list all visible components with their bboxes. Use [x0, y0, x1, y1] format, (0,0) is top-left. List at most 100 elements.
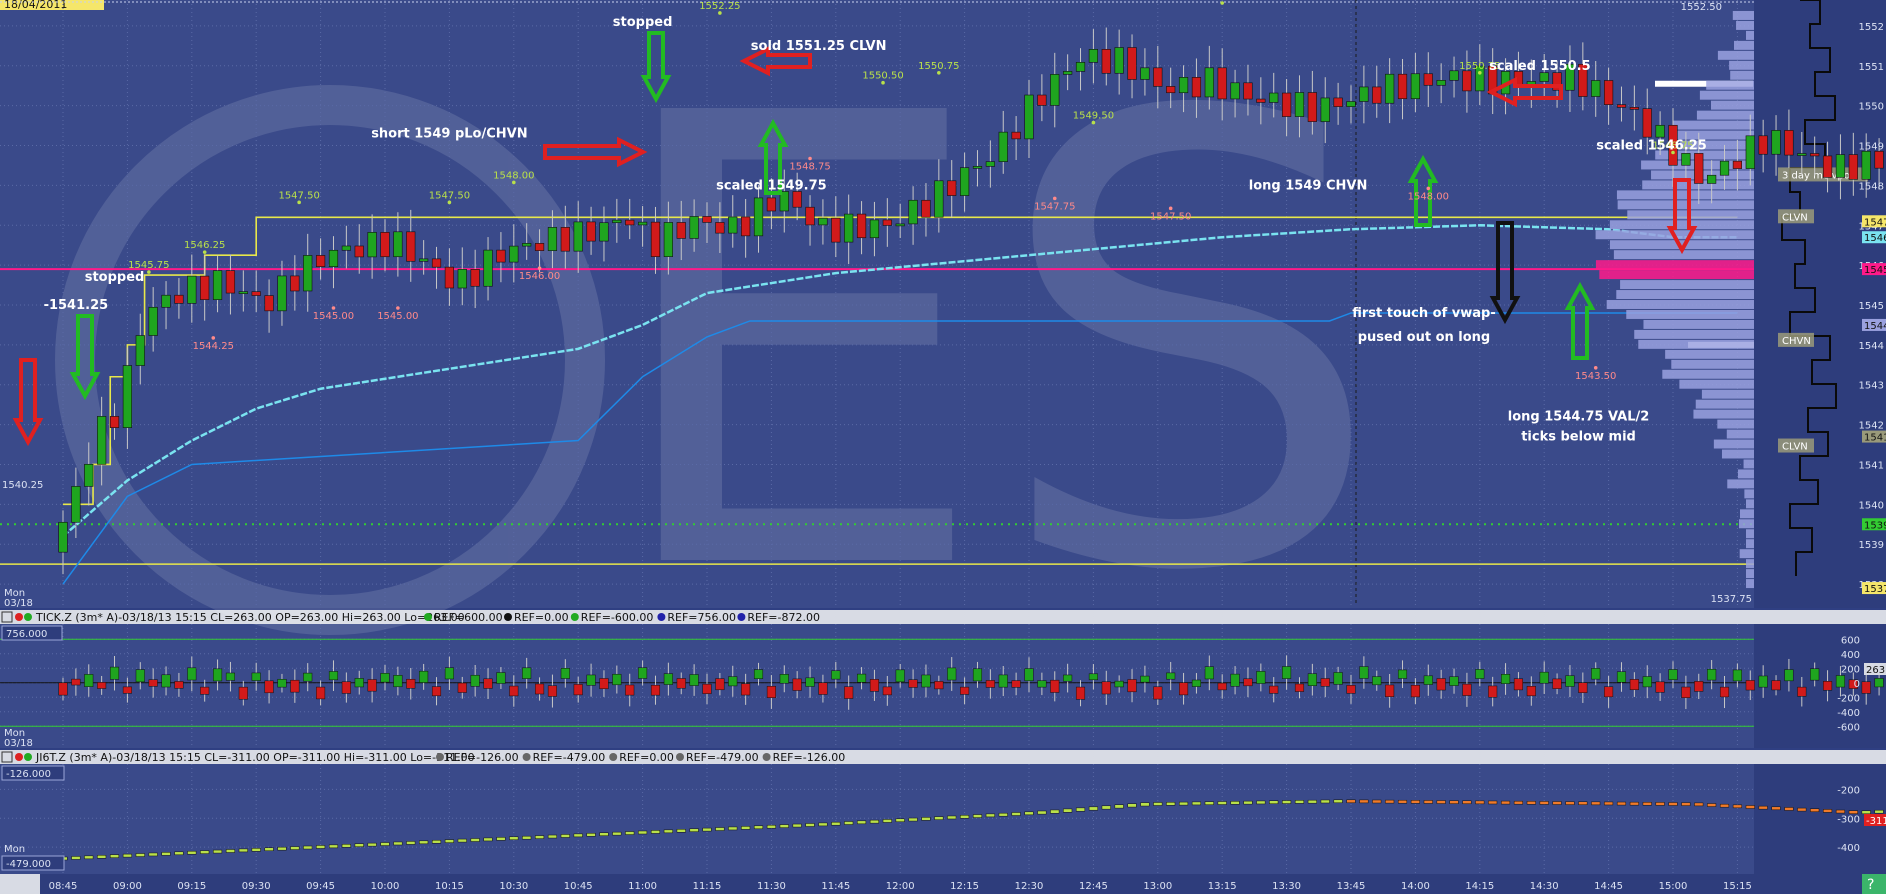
profile-bar — [1679, 379, 1754, 389]
tick-candle — [1449, 676, 1459, 686]
tick-candle — [779, 674, 789, 684]
ji6t-candle — [1694, 802, 1704, 807]
price-candle — [1153, 67, 1163, 87]
ji6t-candle — [1423, 800, 1433, 804]
profile-bar — [1643, 319, 1754, 329]
ji6t-ref-text: REF=-126.00 — [446, 751, 519, 764]
tick-axis-label: -400 — [1837, 708, 1860, 719]
tick-candle — [715, 678, 725, 691]
price-bottom-value: 1537.75 — [1711, 594, 1752, 605]
price-candle — [1810, 153, 1820, 157]
ji6t-candle — [1037, 810, 1047, 815]
tick-candle — [1565, 675, 1575, 687]
low-label: 1547.75 — [1034, 201, 1075, 212]
ji6t-candle — [779, 824, 789, 828]
tick-candle — [187, 667, 197, 681]
price-axis-label: 1541 — [1859, 460, 1884, 471]
ji6t-candle — [766, 824, 776, 829]
price-candle — [1539, 72, 1549, 82]
ji6t-candle — [1758, 805, 1768, 810]
tick-candle — [1282, 666, 1292, 679]
ji6t-candle — [1397, 799, 1408, 804]
tick-ref-text: REF=600.00 — [434, 611, 503, 624]
price-candle — [1256, 98, 1266, 103]
scroll-left-button[interactable] — [0, 874, 40, 894]
ji6t-candle — [1565, 801, 1575, 805]
price-right-tag-text: 1541 — [1864, 433, 1886, 444]
tick-candle — [1513, 678, 1523, 691]
time-axis-label: 09:00 — [113, 881, 142, 892]
ji6t-candle — [1294, 800, 1305, 804]
tick-candle — [97, 682, 107, 689]
tick-candle — [1075, 686, 1086, 700]
price-candle — [1848, 154, 1858, 180]
price-candle — [766, 197, 776, 212]
tick-candle — [869, 679, 879, 692]
price-candle — [560, 227, 570, 252]
price-candle — [1063, 71, 1073, 75]
price-candle — [1204, 67, 1214, 98]
ji6t-candle — [1681, 802, 1691, 806]
ji6t-candle — [316, 845, 326, 849]
profile-bar — [1613, 250, 1754, 260]
tick-ref-dot — [737, 613, 746, 621]
ji6t-candle — [869, 819, 879, 824]
price-axis-label: 1550 — [1859, 102, 1884, 113]
ji6t-candle — [895, 818, 905, 822]
ji6t-candle — [1372, 799, 1382, 804]
price-candle — [1745, 135, 1755, 169]
high-label: 1550.50 — [862, 71, 903, 82]
price-candle — [135, 335, 145, 366]
profile-bar — [1695, 399, 1754, 409]
tick-candle — [1101, 681, 1111, 695]
tick-candle — [1191, 679, 1201, 687]
low-dot — [1426, 186, 1431, 191]
tick-ref-text: REF=756.00 — [667, 611, 736, 624]
profile-bar — [1739, 509, 1754, 519]
tick-candle — [341, 681, 351, 694]
tick-candle — [947, 667, 957, 681]
tick-candle — [1681, 686, 1691, 698]
price-candle — [586, 221, 596, 242]
annotation-text: scaled 1549.75 — [716, 178, 827, 193]
high-label: 1549.50 — [1073, 111, 1114, 122]
price-candle — [998, 131, 1008, 162]
ji6t-candle — [1153, 802, 1163, 806]
tick-candle — [1823, 681, 1833, 691]
ji6t-candle — [1410, 800, 1420, 804]
price-candle — [715, 222, 725, 234]
price-candle — [1423, 73, 1433, 86]
price-candle — [303, 255, 313, 292]
price-candle — [1642, 108, 1652, 138]
ji6t-candle — [522, 835, 532, 840]
tick-candle — [1501, 674, 1511, 684]
low-dot — [396, 306, 400, 310]
tick-candle — [1616, 671, 1627, 683]
tick-ref-text: REF=-872.00 — [747, 611, 820, 624]
ji6t-candle — [161, 852, 171, 856]
price-axis-label: 1549 — [1859, 142, 1884, 153]
price-candle — [1269, 92, 1279, 103]
annotation-text: long 1544.75 VAL/2 — [1508, 410, 1650, 425]
tick-candle — [844, 686, 854, 699]
price-candle — [1591, 80, 1601, 97]
tick-candle — [84, 674, 94, 687]
price-date-label: 03/18 — [4, 598, 33, 609]
trading-chart: ES 18/04/2011 3 day mc vpocCLVNCHVNCLVN … — [0, 0, 1886, 894]
ji6t-candle — [109, 854, 120, 858]
price-candle — [573, 221, 583, 252]
tick-candle — [1526, 685, 1536, 697]
annotation-text: short 1549 pLo/CHVN — [371, 127, 527, 142]
price-candle — [612, 219, 622, 224]
tick-candle — [1591, 668, 1601, 680]
profile-bar — [1673, 120, 1754, 130]
price-candle — [1372, 86, 1382, 104]
price-candle — [625, 219, 635, 226]
ji6t-ref-dot — [436, 753, 444, 761]
tick-candle — [380, 673, 390, 683]
ji6t-candle — [831, 821, 841, 826]
profile-tag-text: CHVN — [1782, 336, 1811, 347]
ji6t-candle — [1204, 801, 1214, 805]
tick-candle — [303, 672, 313, 682]
ji6t-candle — [1835, 809, 1845, 814]
